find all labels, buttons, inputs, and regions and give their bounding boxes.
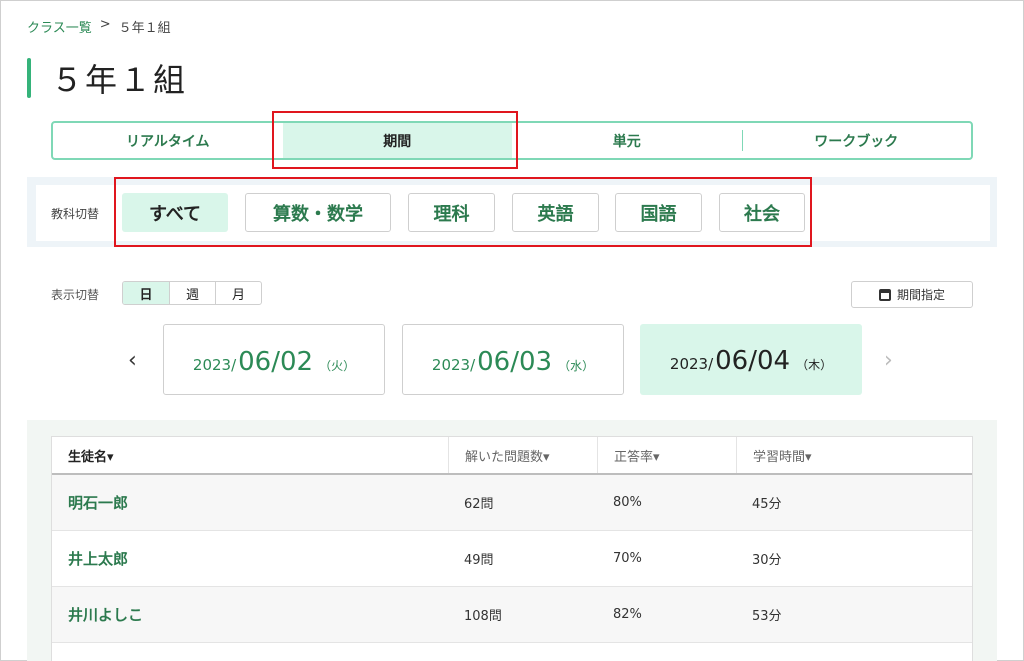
breadcrumb: クラス一覧 > ５年１組 <box>27 17 171 36</box>
header-study-time[interactable]: 学習時間▾ <box>736 437 972 473</box>
student-table: 生徒名▾ 解いた問題数▾ 正答率▾ 学習時間▾ 明石一郎 62問 80% 45分… <box>51 436 973 661</box>
period-select-button[interactable]: 期間指定 <box>851 281 973 308</box>
student-name-link[interactable]: 井上太郎 <box>52 531 448 586</box>
date-weekday: （火） <box>319 359 356 373</box>
subject-filter-label: 教科切替 <box>51 207 100 221</box>
display-toggle: 日 週 月 <box>122 281 262 305</box>
breadcrumb-class-list-link[interactable]: クラス一覧 <box>27 17 92 36</box>
accuracy-cell: 80% <box>613 495 642 510</box>
date-month-day: 06/03 <box>477 347 553 377</box>
table-header: 生徒名▾ 解いた問題数▾ 正答率▾ 学習時間▾ <box>52 437 972 475</box>
accuracy-cell: 82% <box>613 607 642 622</box>
date-year: 2023/ <box>431 356 476 374</box>
display-week-button[interactable]: 週 <box>169 282 215 304</box>
accuracy-cell: 70% <box>613 551 642 566</box>
date-weekday: （木） <box>796 358 833 372</box>
problems-solved-cell: 62問 <box>464 497 494 512</box>
header-accuracy[interactable]: 正答率▾ <box>597 437 736 473</box>
prev-date-arrow-icon[interactable]: ‹ <box>128 348 137 373</box>
study-time-cell: 53分 <box>752 609 782 624</box>
tab-realtime[interactable]: リアルタイム <box>53 123 283 158</box>
study-time-cell: 45分 <box>752 497 782 512</box>
problems-solved-cell: 108問 <box>464 609 502 624</box>
breadcrumb-separator: > <box>99 17 111 32</box>
date-card-0603[interactable]: 2023/ 06/03 （水） <box>402 324 624 395</box>
period-select-label: 期間指定 <box>896 288 945 302</box>
table-row: 井上太郎 49問 70% 30分 <box>52 531 972 587</box>
problems-solved-cell: 49問 <box>464 553 494 568</box>
date-weekday: （水） <box>558 359 595 373</box>
title-accent-bar <box>27 58 31 98</box>
date-month-day: 06/02 <box>238 347 314 377</box>
table-row: 明石一郎 62問 80% 45分 <box>52 475 972 531</box>
header-student-name[interactable]: 生徒名▾ <box>52 437 448 473</box>
calendar-icon <box>878 288 891 301</box>
display-day-button[interactable]: 日 <box>123 282 169 304</box>
table-row: 井川よしこ 108問 82% 53分 <box>52 587 972 643</box>
student-name-link[interactable]: 井川よしこ <box>52 587 448 642</box>
highlight-box-period-tab <box>272 111 518 169</box>
tab-unit[interactable]: 単元 <box>512 123 742 158</box>
display-toggle-label: 表示切替 <box>51 288 100 302</box>
next-date-arrow-icon[interactable]: › <box>884 348 893 373</box>
date-card-0602[interactable]: 2023/ 06/02 （火） <box>163 324 385 395</box>
tab-workbook[interactable]: ワークブック <box>741 123 972 158</box>
date-month-day: 06/04 <box>715 346 791 376</box>
student-name-link[interactable]: 明石一郎 <box>52 475 448 530</box>
page-title-area: ５年１組 <box>27 58 188 99</box>
page-title: ５年１組 <box>51 61 188 99</box>
display-month-button[interactable]: 月 <box>215 282 261 304</box>
date-year: 2023/ <box>669 355 714 373</box>
date-year: 2023/ <box>192 356 237 374</box>
study-time-cell: 30分 <box>752 553 782 568</box>
breadcrumb-current: ５年１組 <box>118 21 171 36</box>
date-card-0604[interactable]: 2023/ 06/04 （木） <box>640 324 862 395</box>
highlight-box-subject-filter <box>114 177 812 247</box>
header-problems-solved[interactable]: 解いた問題数▾ <box>448 437 597 473</box>
